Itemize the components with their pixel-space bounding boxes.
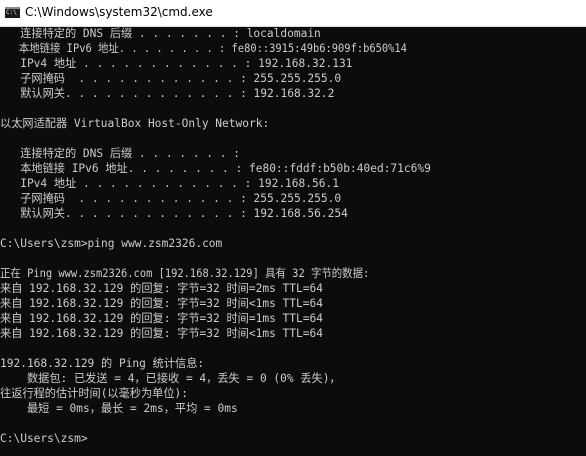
console-line: 来自 192.168.32.129 的回复: 字节=32 时间=1ms TTL=… — [0, 312, 323, 325]
console-line: 以太网适配器 VirtualBox Host-Only Network: — [0, 117, 270, 130]
console-line: 子网掩码 . . . . . . . . . . . . : 255.255.2… — [0, 72, 342, 85]
console-line: IPv4 地址 . . . . . . . . . . . . : 192.16… — [0, 177, 339, 190]
console-line: C:\Users\zsm>ping www.zsm2326.com — [0, 237, 223, 250]
console-line: 来自 192.168.32.129 的回复: 字节=32 时间=2ms TTL=… — [0, 282, 323, 295]
console-line: 往返行程的估计时间(以毫秒为单位): — [0, 387, 189, 400]
console-line: 连接特定的 DNS 后缀 . . . . . . . : — [0, 147, 240, 160]
console-output[interactable]: 连接特定的 DNS 后缀 . . . . . . . : localdomain… — [0, 27, 586, 456]
console-line: 连接特定的 DNS 后缀 . . . . . . . : localdomain — [0, 27, 321, 40]
window-title: C:\Windows\system32\cmd.exe — [25, 5, 213, 19]
console-line: 本地链接 IPv6 地址. . . . . . . . : fe80::fddf… — [0, 162, 431, 175]
console-line: 来自 192.168.32.129 的回复: 字节=32 时间<1ms TTL=… — [0, 327, 323, 340]
console-line: 来自 192.168.32.129 的回复: 字节=32 时间<1ms TTL=… — [0, 297, 323, 310]
console-line: 默认网关. . . . . . . . . . . . . : 192.168.… — [0, 207, 348, 220]
cmd-console-icon: C:\ — [5, 7, 20, 18]
title-bar[interactable]: C:\ C:\Windows\system32\cmd.exe — [0, 0, 586, 27]
command-prompt[interactable]: C:\Users\zsm> — [0, 432, 88, 445]
console-line: 192.168.32.129 的 Ping 统计信息: — [0, 357, 205, 370]
cmd-window: C:\ C:\Windows\system32\cmd.exe 连接特定的 DN… — [0, 0, 586, 456]
console-line: 本地链接 IPv6 地址. . . . . . . . : fe80::3915… — [0, 42, 407, 55]
console-line: IPv4 地址 . . . . . . . . . . . . : 192.16… — [0, 57, 353, 70]
console-line: 子网掩码 . . . . . . . . . . . . : 255.255.2… — [0, 192, 342, 205]
console-line: 数据包: 已发送 = 4，已接收 = 4，丢失 = 0 (0% 丢失)， — [0, 372, 341, 385]
console-line: 正在 Ping www.zsm2326.com [192.168.32.129]… — [0, 267, 370, 280]
console-line: 最短 = 0ms，最长 = 2ms，平均 = 0ms — [0, 402, 238, 415]
console-line: 默认网关. . . . . . . . . . . . . : 192.168.… — [0, 87, 335, 100]
